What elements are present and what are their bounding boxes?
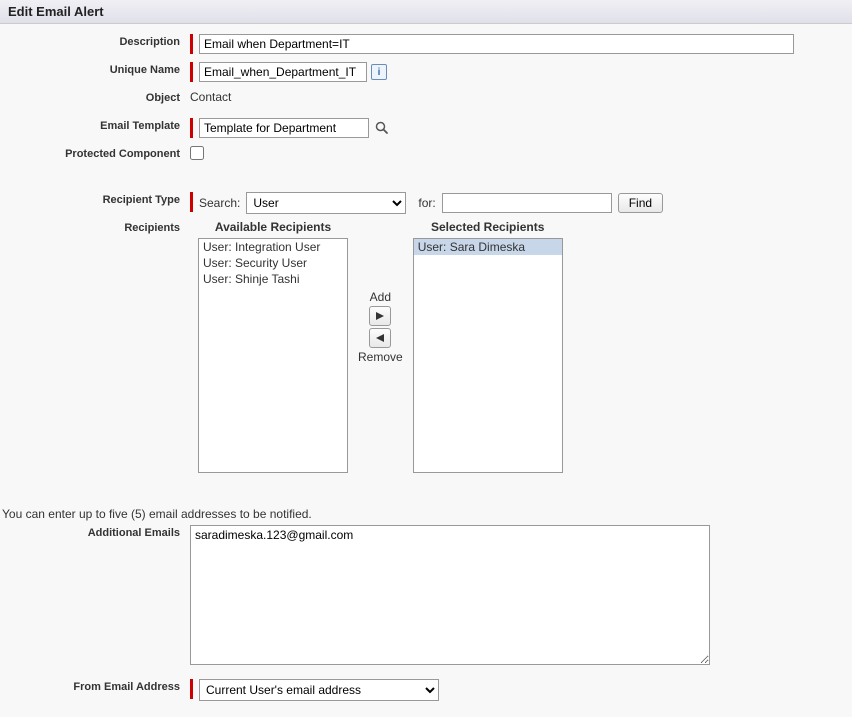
from-email-select[interactable]: Current User's email address	[199, 679, 439, 701]
label-protected-component: Protected Component	[0, 146, 190, 160]
label-recipients: Recipients	[0, 220, 190, 234]
required-bar	[190, 679, 193, 699]
dueling-list: Available Recipients User: Integration U…	[198, 220, 563, 473]
row-from-email: From Email Address Current User's email …	[0, 679, 852, 701]
unique-name-input[interactable]	[199, 62, 367, 82]
remove-button[interactable]	[369, 328, 391, 348]
list-item[interactable]: User: Integration User	[199, 239, 347, 255]
label-unique-name: Unique Name	[0, 62, 190, 76]
info-icon[interactable]: i	[371, 64, 387, 80]
row-object: Object Contact	[0, 90, 852, 112]
selected-recipients-list[interactable]: User: Sara Dimeska	[413, 238, 563, 473]
recipient-search-input[interactable]	[442, 193, 612, 213]
find-button[interactable]: Find	[618, 193, 663, 213]
add-button[interactable]	[369, 306, 391, 326]
required-bar	[190, 192, 193, 212]
label-additional-emails: Additional Emails	[0, 525, 190, 539]
label-email-template: Email Template	[0, 118, 190, 132]
page-title: Edit Email Alert	[0, 0, 852, 24]
label-recipient-type: Recipient Type	[0, 192, 190, 206]
label-description: Description	[0, 34, 190, 48]
emails-note: You can enter up to five (5) email addre…	[0, 503, 852, 525]
row-recipient-type: Recipient Type Search: User for: Find	[0, 192, 852, 214]
row-email-template: Email Template	[0, 118, 852, 140]
list-item[interactable]: User: Shinje Tashi	[199, 271, 347, 287]
label-object: Object	[0, 90, 190, 104]
row-unique-name: Unique Name i	[0, 62, 852, 84]
remove-label: Remove	[358, 350, 403, 364]
add-label: Add	[370, 290, 391, 304]
duel-buttons: Add Remove	[358, 290, 403, 364]
required-bar	[190, 62, 193, 82]
email-template-input[interactable]	[199, 118, 369, 138]
list-item[interactable]: User: Security User	[199, 255, 347, 271]
available-header: Available Recipients	[215, 220, 331, 234]
available-recipients-list[interactable]: User: Integration UserUser: Security Use…	[198, 238, 348, 473]
recipient-type-select[interactable]: User	[246, 192, 406, 214]
for-label: for:	[418, 196, 435, 210]
object-value: Contact	[190, 90, 231, 104]
list-item[interactable]: User: Sara Dimeska	[414, 239, 562, 255]
selected-header: Selected Recipients	[431, 220, 544, 234]
additional-emails-textarea[interactable]	[190, 525, 710, 665]
row-additional-emails: Additional Emails	[0, 525, 852, 665]
required-bar	[190, 118, 193, 138]
required-bar	[190, 34, 193, 54]
description-input[interactable]	[199, 34, 794, 54]
form-area: Description Unique Name i Object Contact…	[0, 24, 852, 717]
protected-component-checkbox[interactable]	[190, 146, 204, 160]
row-description: Description	[0, 34, 852, 56]
row-recipients: Recipients Available Recipients User: In…	[0, 220, 852, 473]
row-protected-component: Protected Component	[0, 146, 852, 168]
label-from-email: From Email Address	[0, 679, 190, 693]
search-label: Search:	[199, 196, 240, 210]
lookup-icon[interactable]	[373, 119, 391, 137]
